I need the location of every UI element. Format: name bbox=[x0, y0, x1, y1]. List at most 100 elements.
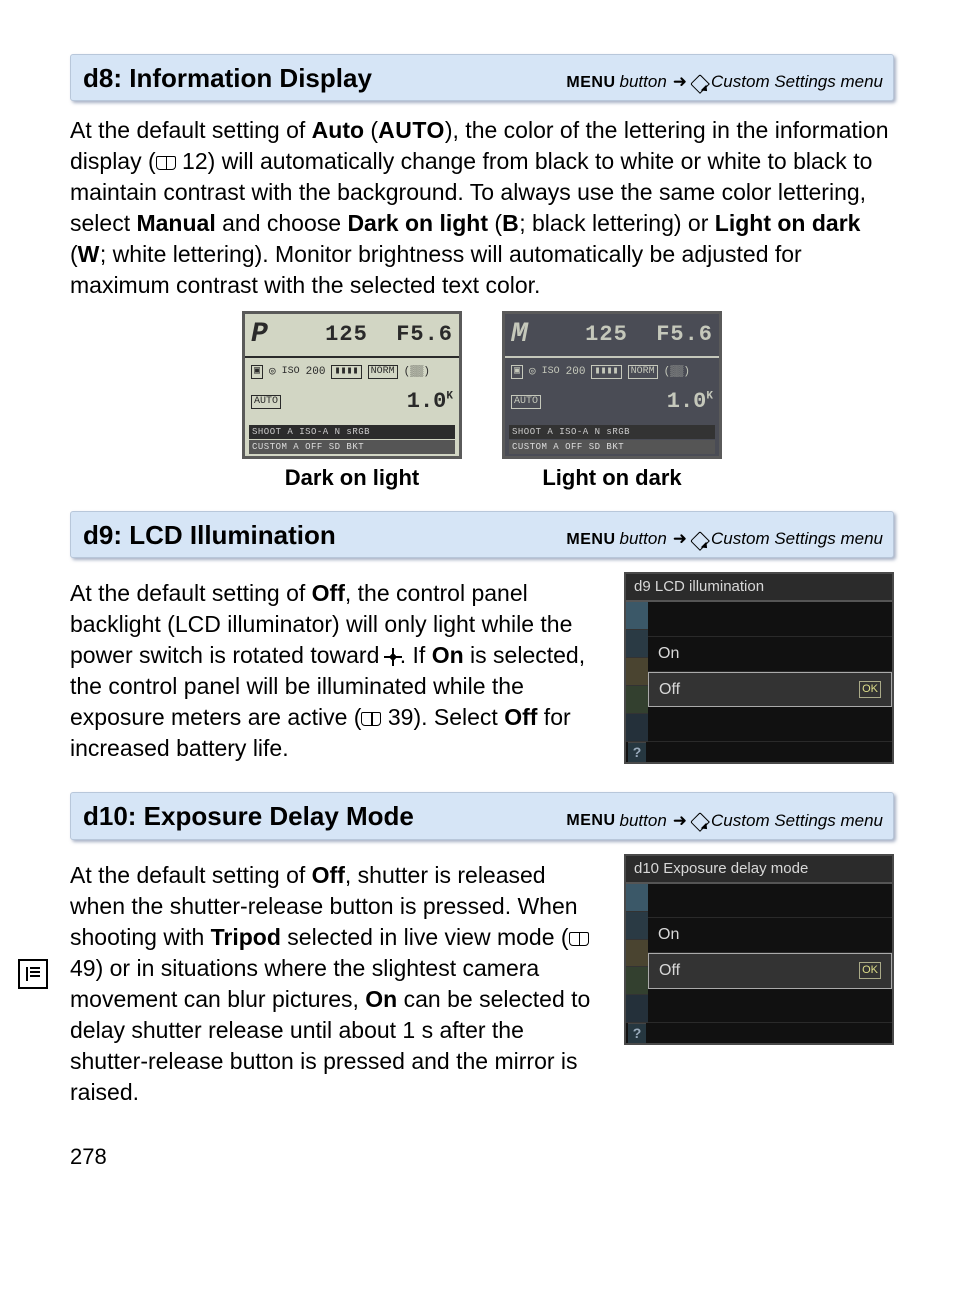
menu-item-label: On bbox=[658, 643, 679, 665]
d10-split: At the default setting of Off, shutter i… bbox=[70, 854, 894, 1118]
bracket-icon: (▒▒) bbox=[404, 365, 430, 380]
menu-label: MENU bbox=[566, 529, 615, 551]
menu-row-blank bbox=[648, 707, 892, 742]
lcd-aperture: F5.6 bbox=[396, 322, 453, 347]
text: . If bbox=[400, 642, 432, 668]
section-title: d10: Exposure Delay Mode bbox=[83, 799, 414, 834]
help-icon: ? bbox=[628, 1023, 646, 1043]
menu-row-blank bbox=[648, 989, 892, 1024]
b-mono: B bbox=[502, 210, 519, 236]
menu-breadcrumb: MENU button ➜ Custom Settings menu bbox=[566, 528, 883, 551]
arrow-right-icon: ➜ bbox=[673, 528, 687, 551]
iso-label: ISO bbox=[542, 365, 560, 379]
text: At the default setting of bbox=[70, 862, 312, 888]
section-title: d9: LCD Illumination bbox=[83, 518, 336, 553]
lcd-comp: 1.0 bbox=[407, 389, 447, 414]
dot-icon: ◎ bbox=[529, 365, 536, 380]
d8-body: At the default setting of Auto (AUTO), t… bbox=[70, 115, 894, 301]
menu-button-text: button bbox=[620, 528, 667, 551]
ok-badge: OK bbox=[859, 681, 881, 698]
battery-icon: ▮▮▮▮ bbox=[591, 365, 621, 379]
menu-row-on: On bbox=[648, 918, 892, 953]
menu-title: d10 Exposure delay mode bbox=[626, 856, 892, 884]
menu-title: d9 LCD illumination bbox=[626, 574, 892, 602]
menu-button-text: button bbox=[620, 810, 667, 833]
menu-button-text: button bbox=[620, 71, 667, 94]
lcd-aperture: F5.6 bbox=[656, 322, 713, 347]
ok-badge: OK bbox=[859, 962, 881, 979]
menu-row-blank bbox=[648, 602, 892, 637]
menu-breadcrumb: MENU button ➜ Custom Settings menu bbox=[566, 71, 883, 94]
lcd-preview-dark-on-light: P 125 F5.6 ▣ ◎ ISO 200 ▮▮▮▮ NORM (▒▒) AU… bbox=[242, 311, 462, 459]
lcd-bar-a: SHOOT A ISO-A N sRGB bbox=[249, 425, 455, 439]
arrow-right-icon: ➜ bbox=[673, 71, 687, 94]
d9-split: At the default setting of Off, the contr… bbox=[70, 572, 894, 774]
menu-item-label: Off bbox=[659, 960, 680, 982]
lcd-wb: AUTO bbox=[251, 395, 281, 409]
lcd-chip: NORM bbox=[628, 365, 658, 379]
page-ref-icon bbox=[569, 932, 589, 946]
iso-label: ISO bbox=[282, 365, 300, 379]
section-header-d9: d9: LCD Illumination MENU button ➜ Custo… bbox=[70, 511, 894, 558]
menu-label: MENU bbox=[566, 72, 615, 94]
lcd-iso: 200 bbox=[566, 365, 586, 380]
lcd-chip: NORM bbox=[368, 365, 398, 379]
lcd-chip: ▣ bbox=[251, 365, 263, 379]
lcd-shutter: 125 bbox=[325, 322, 368, 347]
section-header-d10: d10: Exposure Delay Mode MENU button ➜ C… bbox=[70, 792, 894, 839]
lcd-chip: ▣ bbox=[511, 365, 523, 379]
arrow-right-icon: ➜ bbox=[673, 810, 687, 833]
lcd-preview-light-on-dark: M 125 F5.6 ▣ ◎ ISO 200 ▮▮▮▮ NORM (▒▒) AU… bbox=[502, 311, 722, 459]
page-ref: 39 bbox=[388, 704, 414, 730]
lcd-caption: Dark on light bbox=[242, 463, 462, 493]
section-title: d8: Information Display bbox=[83, 61, 372, 96]
light-on-dark-label: Light on dark bbox=[715, 210, 861, 236]
lcd-block-dark: M 125 F5.6 ▣ ◎ ISO 200 ▮▮▮▮ NORM (▒▒) AU… bbox=[502, 311, 722, 493]
text: ). Select bbox=[413, 704, 504, 730]
lcd-comp: 1.0 bbox=[667, 389, 707, 414]
lcd-mode: P bbox=[251, 316, 268, 354]
menu-tabs bbox=[626, 602, 648, 741]
manual-label: Manual bbox=[136, 210, 215, 236]
lcd-caption: Light on dark bbox=[502, 463, 722, 493]
lcd-wb: AUTO bbox=[511, 395, 541, 409]
off-label: Off bbox=[504, 704, 537, 730]
page-ref-icon bbox=[361, 712, 381, 726]
battery-icon: ▮▮▮▮ bbox=[331, 365, 361, 379]
lcd-bar-b: CUSTOM A OFF SD BKT bbox=[249, 440, 455, 454]
on-label: On bbox=[365, 986, 397, 1012]
lcd-iso: 200 bbox=[306, 365, 326, 380]
auto-label: Auto bbox=[312, 117, 364, 143]
section-header-d8: d8: Information Display MENU button ➜ Cu… bbox=[70, 54, 894, 101]
d10-body-part1: At the default setting of Off, shutter i… bbox=[70, 860, 606, 1108]
d9-body: At the default setting of Off, the contr… bbox=[70, 578, 606, 764]
menu-label: MENU bbox=[566, 810, 615, 832]
pencil-icon bbox=[690, 74, 710, 94]
d10-menu-screenshot: d10 Exposure delay mode On Off OK ? bbox=[624, 854, 894, 1046]
text: ; white lettering). Monitor brightness w… bbox=[70, 241, 802, 298]
dark-on-light-label: Dark on light bbox=[347, 210, 488, 236]
menu-tabs bbox=[626, 884, 648, 1023]
off-label: Off bbox=[312, 580, 345, 606]
lcd-shutter: 125 bbox=[585, 322, 628, 347]
illuminator-icon bbox=[386, 650, 400, 664]
text: ; black lettering) or bbox=[519, 210, 715, 236]
auto-mono: AUTO bbox=[378, 117, 445, 143]
page-ref: 49 bbox=[70, 955, 96, 981]
menu-row-off-selected: Off OK bbox=[648, 953, 892, 989]
lcd-mode: M bbox=[511, 316, 528, 354]
menu-row-off-selected: Off OK bbox=[648, 672, 892, 708]
tripod-label: Tripod bbox=[211, 924, 281, 950]
text: At the default setting of bbox=[70, 117, 312, 143]
menu-item-label: On bbox=[658, 924, 679, 946]
page-ref: 12 bbox=[182, 148, 208, 174]
menu-list: On Off OK bbox=[648, 884, 892, 1023]
menu-item-label: Off bbox=[659, 679, 680, 701]
menu-breadcrumb: MENU button ➜ Custom Settings menu bbox=[566, 810, 883, 833]
off-label: Off bbox=[312, 862, 345, 888]
menu-path: Custom Settings menu bbox=[711, 528, 883, 551]
menu-path: Custom Settings menu bbox=[711, 810, 883, 833]
help-icon: ? bbox=[628, 742, 646, 762]
w-mono: W bbox=[78, 241, 100, 267]
page-ref-icon bbox=[156, 156, 176, 170]
